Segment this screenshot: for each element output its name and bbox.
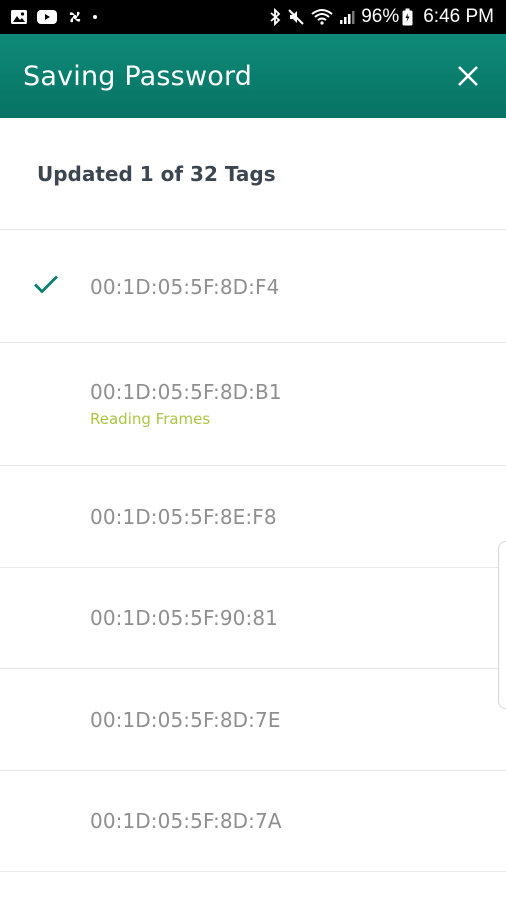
- status-bar-left: [10, 8, 106, 26]
- clock: 6:46 PM: [423, 6, 494, 27]
- tag-address: 00:1D:05:5F:8E:F8: [90, 504, 277, 529]
- battery-icon: [402, 8, 413, 26]
- dot-icon: [92, 14, 98, 20]
- tag-row[interactable]: 00:1D:05:5F:8D:7A: [0, 771, 506, 872]
- tag-address: 00:1D:05:5F:90:81: [90, 606, 278, 630]
- gallery-icon: [10, 9, 28, 25]
- progress-text: Updated 1 of 32 Tags: [37, 161, 276, 186]
- tag-address: 00:1D:05:5F:8D:F4: [90, 274, 280, 299]
- tag-address: 00:1D:05:5F:8D:7E: [90, 707, 281, 732]
- tag-row[interactable]: 00:1D:05:5F:8E:F8: [0, 466, 506, 568]
- tag-row[interactable]: 00:1D:05:5F:8D:B1 Reading Frames: [0, 343, 506, 466]
- tag-address: 00:1D:05:5F:8D:7A: [90, 809, 282, 833]
- bluetooth-icon: [269, 8, 281, 26]
- pinwheel-icon: [66, 8, 84, 26]
- app-bar: Saving Password: [0, 34, 506, 118]
- battery-percent: 96%: [361, 6, 400, 27]
- progress-header: Updated 1 of 32 Tags: [0, 118, 506, 230]
- tag-list: 00:1D:05:5F:8D:F4 00:1D:05:5F:8D:B1 Read…: [0, 231, 506, 872]
- close-icon: [458, 66, 478, 86]
- signal-icon: [339, 9, 355, 25]
- close-button[interactable]: [454, 62, 482, 90]
- status-bar-right: 96% 6:46 PM: [269, 6, 494, 28]
- tag-row[interactable]: 00:1D:05:5F:8D:F4: [0, 231, 506, 343]
- tag-status: Reading Frames: [90, 410, 211, 428]
- tag-address: 00:1D:05:5F:8D:B1: [90, 380, 282, 404]
- scroll-handle[interactable]: [498, 541, 506, 709]
- page-title: Saving Password: [23, 60, 253, 92]
- youtube-icon: [36, 9, 58, 25]
- wifi-icon: [311, 8, 333, 26]
- check-icon: [32, 273, 60, 300]
- mute-icon: [287, 8, 305, 26]
- tag-row[interactable]: 00:1D:05:5F:90:81: [0, 568, 506, 669]
- tag-row[interactable]: 00:1D:05:5F:8D:7E: [0, 669, 506, 771]
- status-bar: 96% 6:46 PM: [0, 0, 506, 34]
